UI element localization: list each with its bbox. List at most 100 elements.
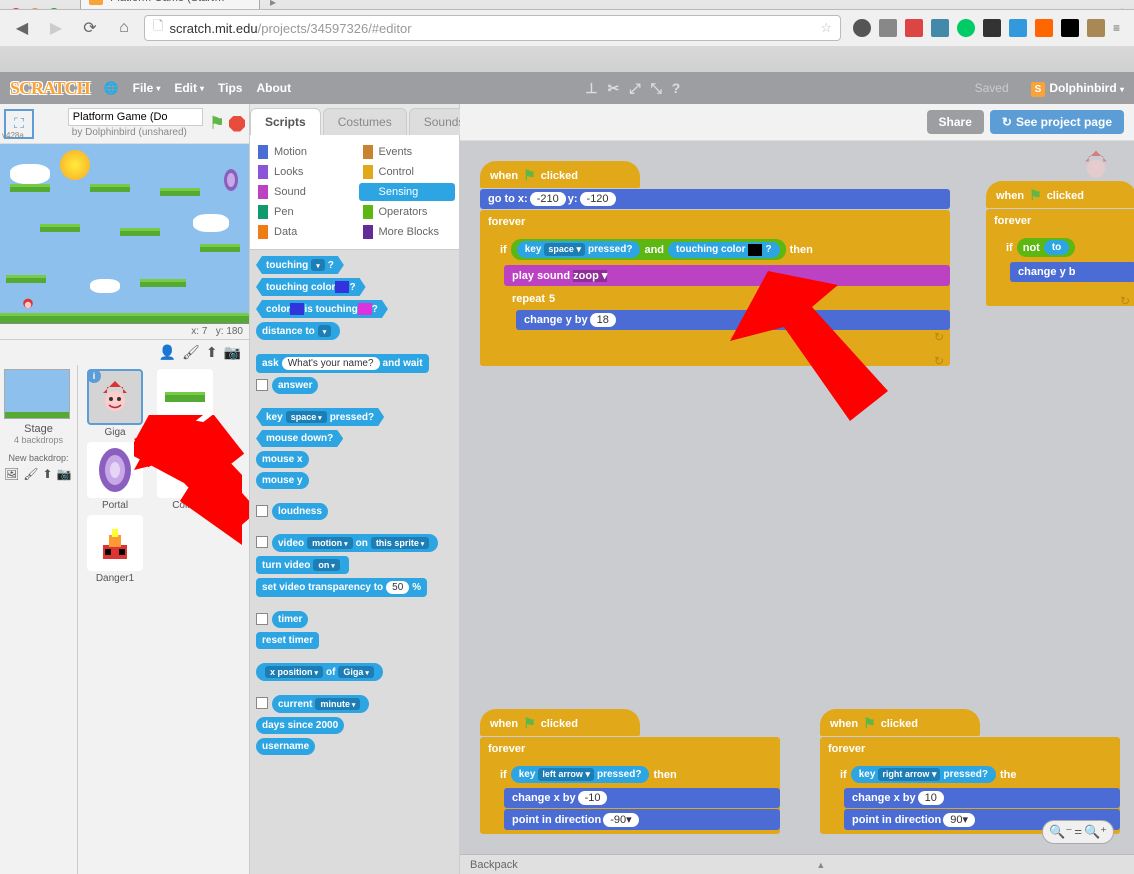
block-mouse-x[interactable]: mouse x	[256, 451, 309, 468]
menu-icon[interactable]: ≡	[1113, 21, 1120, 35]
stage-selector[interactable]: Stage 4 backdrops New backdrop: 🖼 🖌 ⬆ 📷	[0, 365, 78, 874]
menu-tips[interactable]: Tips	[218, 81, 242, 95]
stage-thumb[interactable]	[4, 369, 70, 419]
block-video-transparency[interactable]: set video transparency to50%	[256, 578, 427, 597]
scissors-icon[interactable]: ✂	[608, 80, 620, 97]
globe-icon[interactable]: 🌐	[104, 81, 119, 95]
help-icon[interactable]: ?	[672, 80, 681, 97]
cat-control[interactable]: Control	[359, 163, 456, 181]
block-timer[interactable]: timer	[272, 611, 308, 628]
ext-icon[interactable]	[853, 19, 871, 37]
monitor-checkbox[interactable]	[256, 613, 268, 625]
block-touching-color[interactable]: touching color ?	[256, 278, 366, 296]
user-menu[interactable]: SDolphinbird ▾	[1031, 81, 1124, 95]
tab-scripts[interactable]: Scripts	[250, 108, 321, 135]
stage-canvas[interactable]	[0, 144, 249, 324]
zoom-in-button[interactable]: 🔍⁺	[1084, 824, 1107, 840]
monitor-checkbox[interactable]	[256, 697, 268, 709]
extension-icons: ≡	[847, 19, 1126, 37]
cat-data[interactable]: Data	[254, 223, 351, 241]
ext-icon[interactable]	[1035, 19, 1053, 37]
cat-looks[interactable]: Looks	[254, 163, 351, 181]
see-project-button[interactable]: ↻ See project page	[990, 110, 1124, 134]
block-ask[interactable]: askWhat's your name?and wait	[256, 354, 429, 373]
shrink-icon[interactable]: ⤡	[651, 80, 662, 97]
cat-sound[interactable]: Sound	[254, 183, 351, 201]
block-current[interactable]: currentminute	[272, 695, 369, 713]
version-tag: v428a	[2, 131, 24, 140]
block-video[interactable]: videomotiononthis sprite	[272, 534, 438, 552]
home-button[interactable]: ⌂	[110, 14, 138, 42]
info-icon[interactable]: i	[87, 369, 101, 383]
menu-file[interactable]: File▾	[133, 81, 161, 95]
backdrop-camera-icon[interactable]: 📷	[57, 467, 72, 481]
new-tab-button[interactable]: ▸	[260, 0, 286, 9]
reload-button[interactable]: ⟳	[76, 14, 104, 42]
camera-sprite-icon[interactable]: 📷	[224, 344, 241, 361]
block-key-pressed[interactable]: keyspacepressed?	[256, 408, 384, 426]
browser-tab[interactable]: Platform Game (Starter) re…	[80, 0, 260, 9]
scratch-logo[interactable]: SCRATCH	[10, 78, 90, 99]
grow-icon[interactable]: ⤢	[629, 80, 640, 97]
ext-icon[interactable]	[879, 19, 897, 37]
ext-icon[interactable]	[1061, 19, 1079, 37]
block-palette[interactable]: touching? touching color ? color is touc…	[250, 250, 459, 874]
block-mouse-down[interactable]: mouse down?	[256, 430, 343, 447]
monitor-checkbox[interactable]	[256, 536, 268, 548]
stop-button[interactable]	[229, 116, 245, 132]
paint-sprite-icon[interactable]: 🖌	[182, 344, 200, 361]
cat-operators[interactable]: Operators	[359, 203, 456, 221]
block-days-2000[interactable]: days since 2000	[256, 717, 344, 734]
ext-icon[interactable]	[931, 19, 949, 37]
cat-events[interactable]: Events	[359, 143, 456, 161]
cat-sensing[interactable]: Sensing	[359, 183, 456, 201]
script-stack[interactable]: when⚑clicked forever if keyright arrow ▾…	[820, 709, 1120, 834]
block-of[interactable]: x positionofGiga	[256, 663, 383, 681]
ext-icon[interactable]	[1009, 19, 1027, 37]
ext-icon[interactable]	[1087, 19, 1105, 37]
url-bar[interactable]: 🗋 scratch.mit.edu/projects/34597326/#edi…	[144, 15, 841, 41]
tab-costumes[interactable]: Costumes	[323, 108, 407, 135]
block-touching[interactable]: touching?	[256, 256, 344, 274]
monitor-checkbox[interactable]	[256, 505, 268, 517]
cat-motion[interactable]: Motion	[254, 143, 351, 161]
upload-sprite-icon[interactable]: ⬆	[206, 344, 218, 361]
block-username[interactable]: username	[256, 738, 315, 755]
menu-about[interactable]: About	[256, 81, 291, 95]
ext-icon[interactable]	[905, 19, 923, 37]
backdrop-library-icon[interactable]: 🖼	[4, 467, 19, 481]
block-answer[interactable]: answer	[272, 377, 318, 394]
back-button[interactable]: ◀	[8, 14, 36, 42]
script-stack[interactable]: when⚑clicked forever if keyleft arrow ▾p…	[480, 709, 780, 834]
star-icon[interactable]: ☆	[820, 20, 832, 36]
menu-edit[interactable]: Edit▾	[174, 81, 204, 95]
ext-icon[interactable]	[983, 19, 1001, 37]
share-button[interactable]: Share	[927, 110, 984, 134]
zoom-out-button[interactable]: 🔍⁻	[1049, 824, 1072, 840]
monitor-checkbox[interactable]	[256, 379, 268, 391]
sprite-library-icon[interactable]: 👤	[159, 344, 176, 361]
tool-icons: ⊥ ✂ ⤢ ⤡ ?	[585, 80, 680, 97]
block-reset-timer[interactable]: reset timer	[256, 632, 319, 649]
saved-label: Saved	[975, 81, 1009, 95]
block-turn-video[interactable]: turn videoon	[256, 556, 349, 574]
ext-icon[interactable]	[957, 19, 975, 37]
block-mouse-y[interactable]: mouse y	[256, 472, 309, 489]
block-loudness[interactable]: loudness	[272, 503, 328, 520]
zoom-reset-button[interactable]: =	[1074, 824, 1082, 840]
cat-more[interactable]: More Blocks	[359, 223, 456, 241]
backdrop-paint-icon[interactable]: 🖌	[23, 467, 38, 481]
project-title-input[interactable]: Platform Game (Do	[68, 108, 203, 126]
block-distance-to[interactable]: distance to	[256, 322, 340, 340]
green-flag-button[interactable]: ⚑	[209, 113, 225, 134]
backpack-bar[interactable]: Backpack▲	[460, 854, 1134, 874]
palette-column: Scripts Costumes Sounds Motion Events Lo…	[250, 104, 460, 874]
stamp-icon[interactable]: ⊥	[585, 80, 597, 97]
backdrop-upload-icon[interactable]: ⬆	[42, 467, 52, 481]
block-color-touching[interactable]: color is touching ?	[256, 300, 388, 318]
script-stack[interactable]: when⚑clicked forever if not to change y …	[986, 181, 1134, 306]
script-area[interactable]: when⚑clicked go to x:-210y:-120 forever …	[460, 141, 1134, 854]
forward-button[interactable]: ▶	[42, 14, 70, 42]
sprites-grid: i Giga Moving Pl… Portal Coins	[78, 365, 249, 874]
cat-pen[interactable]: Pen	[254, 203, 351, 221]
